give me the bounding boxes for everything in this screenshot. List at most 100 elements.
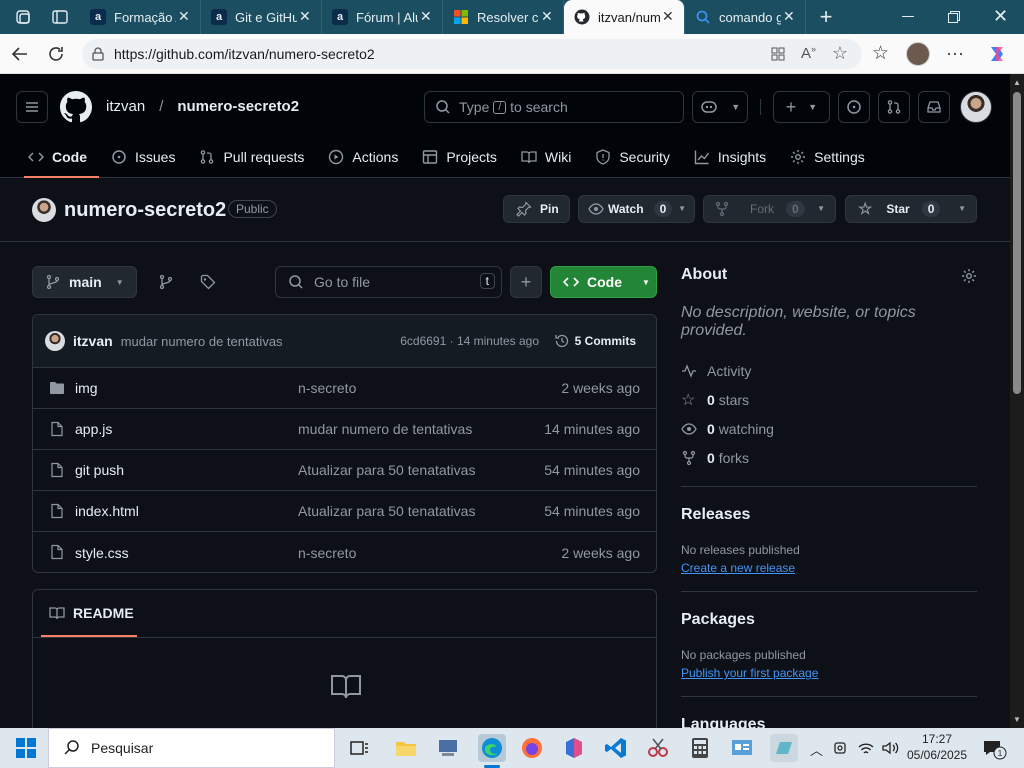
scroll-down-icon[interactable]: ▼ <box>1013 715 1021 724</box>
commit-message[interactable]: mudar numero de tentativas <box>121 334 283 349</box>
branch-selector[interactable]: main ▼ <box>32 266 137 298</box>
copilot-button[interactable]: ▼ <box>692 91 748 123</box>
control-panel-icon[interactable] <box>730 736 754 760</box>
file-name[interactable]: app.js <box>75 421 112 437</box>
volume-icon[interactable] <box>880 736 900 760</box>
favorite-star-icon[interactable]: ☆ <box>832 43 848 64</box>
owner-avatar[interactable] <box>32 198 56 222</box>
file-row[interactable]: git push Atualizar para 50 tenatativas 5… <box>33 450 656 491</box>
url-bar[interactable]: https://github.com/itzvan/numero-secreto… <box>82 39 862 69</box>
gear-icon[interactable] <box>961 268 977 284</box>
tab-actions-icon[interactable] <box>51 8 69 26</box>
notifications-icon[interactable]: 1 <box>982 736 1008 760</box>
go-to-file-input[interactable]: Go to file t <box>275 266 502 298</box>
forks-link[interactable]: 0 forks <box>681 443 977 472</box>
tab-security[interactable]: Security <box>583 136 682 178</box>
notepad-icon[interactable] <box>770 734 798 762</box>
favorites-icon[interactable]: ☆ <box>872 42 889 65</box>
repo-title[interactable]: numero-secreto2 <box>64 199 226 222</box>
tab-issues[interactable]: Issues <box>99 136 187 178</box>
file-name[interactable]: img <box>75 380 98 396</box>
file-row[interactable]: img n-secreto 2 weeks ago <box>33 368 656 409</box>
wifi-icon[interactable] <box>856 736 876 760</box>
profile-avatar[interactable] <box>906 42 930 66</box>
file-commit-message[interactable]: Atualizar para 50 tenatativas <box>298 462 475 478</box>
page-scrollbar[interactable]: ▲ ▼ <box>1010 74 1024 728</box>
calculator-icon[interactable] <box>688 736 712 760</box>
tab-code[interactable]: Code <box>16 136 99 178</box>
show-hidden-icons[interactable]: ︿ <box>810 740 823 759</box>
chevron-down-icon[interactable]: ▼ <box>958 204 966 213</box>
chevron-down-icon[interactable]: ▼ <box>817 204 825 213</box>
pin-button[interactable]: Pin <box>503 195 570 223</box>
tab-settings[interactable]: Settings <box>778 136 877 178</box>
add-file-button[interactable]: + <box>510 266 542 298</box>
close-tab-icon[interactable]: ✕ <box>420 9 434 23</box>
file-explorer-icon[interactable] <box>394 736 418 760</box>
browser-tab[interactable]: comando g ✕ <box>685 0 806 34</box>
taskbar-search[interactable]: Pesquisar <box>48 728 335 768</box>
read-aloud-icon[interactable]: A» <box>801 44 816 62</box>
commit-author-avatar[interactable] <box>45 331 65 351</box>
restore-icon[interactable] <box>948 11 960 23</box>
file-name[interactable]: index.html <box>75 503 139 519</box>
watch-button[interactable]: Watch 0 ▼ <box>578 195 695 223</box>
pull-requests-button[interactable] <box>878 91 910 123</box>
tab-projects[interactable]: Projects <box>410 136 509 178</box>
minimize-icon[interactable] <box>902 16 914 17</box>
firefox-icon[interactable] <box>520 736 544 760</box>
meet-now-icon[interactable] <box>832 736 850 760</box>
releases-title[interactable]: Releases <box>681 506 977 524</box>
browser-tab[interactable]: a Formação A ✕ <box>80 0 201 34</box>
user-avatar[interactable] <box>960 91 992 123</box>
file-name[interactable]: git push <box>75 462 124 478</box>
back-icon[interactable] <box>10 44 30 64</box>
new-tab-icon[interactable]: + <box>816 6 836 28</box>
publish-package-link[interactable]: Publish your first package <box>681 666 977 680</box>
file-row[interactable]: style.css n-secreto 2 weeks ago <box>33 532 656 572</box>
close-tab-icon[interactable]: ✕ <box>299 9 313 23</box>
github-logo-icon[interactable] <box>60 91 92 123</box>
scrollbar-thumb[interactable] <box>1013 92 1021 394</box>
task-view-icon[interactable] <box>348 736 372 760</box>
tab-insights[interactable]: Insights <box>682 136 778 178</box>
tags-icon[interactable] <box>200 274 216 290</box>
fork-button[interactable]: Fork 0 ▼ <box>703 195 836 223</box>
close-tab-icon[interactable]: ✕ <box>783 9 797 23</box>
tab-wiki[interactable]: Wiki <box>509 136 583 178</box>
vscode-icon[interactable] <box>604 736 628 760</box>
activity-link[interactable]: Activity <box>681 356 977 385</box>
scroll-up-icon[interactable]: ▲ <box>1013 78 1021 87</box>
file-commit-message[interactable]: n-secreto <box>298 380 356 396</box>
close-window-icon[interactable]: ✕ <box>993 7 1009 25</box>
file-commit-message[interactable]: mudar numero de tentativas <box>298 421 472 437</box>
workspaces-icon[interactable] <box>14 8 32 26</box>
edge-icon[interactable] <box>478 734 506 762</box>
packages-title[interactable]: Packages <box>681 611 977 629</box>
create-release-link[interactable]: Create a new release <box>681 561 977 575</box>
browser-tab[interactable]: a Fórum | Alu ✕ <box>322 0 443 34</box>
microsoft365-icon[interactable] <box>562 736 586 760</box>
refresh-icon[interactable] <box>46 44 66 64</box>
code-dropdown-button[interactable]: Code ▼ <box>550 266 657 298</box>
stars-link[interactable]: ☆ 0 stars <box>681 385 977 414</box>
file-name[interactable]: style.css <box>75 545 129 561</box>
app-available-icon[interactable] <box>770 46 786 62</box>
snipping-tool-icon[interactable] <box>646 736 670 760</box>
browser-tab-active[interactable]: itzvan/num ✕ <box>564 0 685 34</box>
tab-pull-requests[interactable]: Pull requests <box>187 136 316 178</box>
global-search-input[interactable]: Type / to search <box>424 91 684 123</box>
menu-button[interactable] <box>16 91 48 123</box>
commit-author[interactable]: itzvan <box>73 333 113 349</box>
commits-link[interactable]: 5 Commits <box>554 333 636 349</box>
create-new-button[interactable]: + ▼ <box>773 91 830 123</box>
browser-tab[interactable]: Resolver co ✕ <box>443 0 564 34</box>
close-tab-icon[interactable]: ✕ <box>662 9 676 23</box>
readme-tab[interactable]: README <box>41 590 137 637</box>
branches-icon[interactable] <box>158 274 174 290</box>
network-app-icon[interactable] <box>436 736 460 760</box>
repo-link[interactable]: numero-secreto2 <box>177 98 299 115</box>
file-row[interactable]: index.html Atualizar para 50 tenatativas… <box>33 491 656 532</box>
issues-button[interactable] <box>838 91 870 123</box>
file-commit-message[interactable]: Atualizar para 50 tenatativas <box>298 503 475 519</box>
